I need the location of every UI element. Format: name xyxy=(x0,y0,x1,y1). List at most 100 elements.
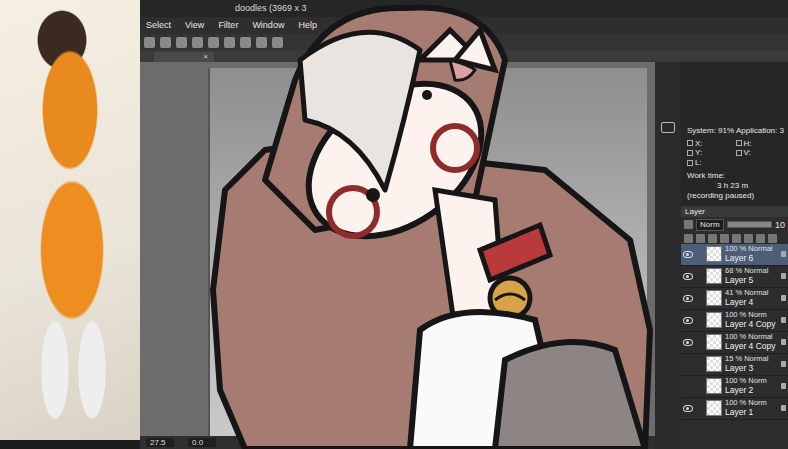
coordinate-cell: X: xyxy=(687,139,736,149)
layer-blend: 100 % Norm xyxy=(725,311,776,319)
eye-icon[interactable] xyxy=(683,273,693,280)
layer-tool-icon[interactable] xyxy=(768,234,777,243)
dock-icon-strip xyxy=(655,62,681,449)
layer-tool-icon[interactable] xyxy=(756,234,765,243)
layer-tool-icon[interactable] xyxy=(744,234,753,243)
menu-item[interactable]: Filter xyxy=(218,20,238,31)
blend-mode-select[interactable]: Norm xyxy=(696,219,724,231)
eye-icon[interactable] xyxy=(683,317,693,324)
layer-panel: Layer Norm 10 100 % NormalLayer 668 % Norma… xyxy=(681,206,788,449)
lock-icon[interactable] xyxy=(781,361,786,367)
layer-toolbar xyxy=(681,233,788,244)
edit-slot xyxy=(696,359,703,369)
opacity-slider[interactable] xyxy=(727,221,772,228)
reference-image xyxy=(0,0,140,440)
coordinate-label: H: xyxy=(744,139,752,149)
menu-item[interactable]: Help xyxy=(298,20,317,31)
lock-icon[interactable] xyxy=(781,251,786,257)
checkbox-icon[interactable] xyxy=(687,150,693,156)
layer-name: Layer 4 Copy xyxy=(725,320,776,329)
lock-icon[interactable] xyxy=(781,383,786,389)
visibility-toggle[interactable] xyxy=(683,249,693,259)
visibility-toggle[interactable] xyxy=(683,271,693,281)
lock-icon[interactable] xyxy=(781,295,786,301)
layer-info: 100 % NormalLayer 4 Copy xyxy=(725,333,776,351)
right-dock: System: 91% Application: 33X:H:Y:V:L:Wor… xyxy=(681,62,788,449)
coordinate-cell: H: xyxy=(736,139,785,149)
tool-icon[interactable] xyxy=(192,37,203,48)
eye-icon[interactable] xyxy=(683,405,693,412)
checkbox-icon[interactable] xyxy=(687,140,693,146)
edit-slot xyxy=(696,337,703,347)
checkbox-icon[interactable] xyxy=(736,140,742,146)
tool-icon[interactable] xyxy=(144,37,155,48)
layer-mode-icon[interactable] xyxy=(684,220,693,229)
tool-icon[interactable] xyxy=(160,37,171,48)
visibility-toggle[interactable] xyxy=(683,337,693,347)
layer-row[interactable]: 100 % NormLayer 4 Copy xyxy=(681,310,788,332)
menu-item[interactable]: Select xyxy=(146,20,171,31)
lock-icon[interactable] xyxy=(781,405,786,411)
tool-icon[interactable] xyxy=(208,37,219,48)
visibility-toggle[interactable] xyxy=(683,293,693,303)
layer-row[interactable]: 100 % NormLayer 2 xyxy=(681,376,788,398)
tool-icon[interactable] xyxy=(240,37,251,48)
lock-icon[interactable] xyxy=(781,317,786,323)
menu-item[interactable]: Window xyxy=(252,20,284,31)
layer-name: Layer 4 xyxy=(725,298,768,307)
tool-icon[interactable] xyxy=(256,37,267,48)
eye-icon[interactable] xyxy=(683,295,693,302)
recording-status: (recording paused) xyxy=(687,191,784,201)
layer-tool-icon[interactable] xyxy=(684,234,693,243)
visibility-toggle[interactable] xyxy=(683,315,693,325)
layer-row[interactable]: 100 % NormalLayer 4 Copy xyxy=(681,332,788,354)
layer-row[interactable]: 100 % NormalLayer 6 xyxy=(681,244,788,266)
layer-info: 100 % NormLayer 4 Copy xyxy=(725,311,776,329)
layer-row[interactable]: 100 % NormLayer 1 xyxy=(681,398,788,420)
eye-icon[interactable] xyxy=(683,339,693,346)
workspace: 27.50.0System: 91% Application: 33X:H:Y:… xyxy=(140,62,788,449)
title-bar: doodles (3969 x 3 xyxy=(140,0,788,17)
edit-slot xyxy=(696,315,703,325)
tool-icon[interactable] xyxy=(272,37,283,48)
tool-icon[interactable] xyxy=(224,37,235,48)
eye-icon[interactable] xyxy=(683,251,693,258)
coordinate-grid: X:H:Y:V:L: xyxy=(687,139,784,168)
zoom-field[interactable]: 27.5 xyxy=(146,438,174,448)
layer-thumbnail xyxy=(706,334,722,350)
checkbox-icon[interactable] xyxy=(687,160,693,166)
lock-icon[interactable] xyxy=(781,273,786,279)
layer-tab[interactable]: Layer xyxy=(685,207,705,217)
canvas-paper[interactable] xyxy=(208,68,647,436)
layer-row[interactable]: 15 % NormalLayer 3 xyxy=(681,354,788,376)
layer-row[interactable]: 68 % NormalLayer 5 xyxy=(681,266,788,288)
coordinate-label: L: xyxy=(695,158,702,168)
visibility-toggle[interactable] xyxy=(683,381,693,391)
layer-blend: 100 % Norm xyxy=(725,377,767,385)
info-panel: System: 91% Application: 33X:H:Y:V:L:Wor… xyxy=(681,122,788,206)
lock-icon[interactable] xyxy=(781,339,786,345)
layer-info: 100 % NormLayer 1 xyxy=(725,399,767,417)
system-usage: System: 91% Application: 33 xyxy=(687,126,784,136)
angle-field[interactable]: 0.0 xyxy=(188,438,216,448)
canvas-area: 27.5 0.0 xyxy=(140,62,655,449)
layer-tool-icon[interactable] xyxy=(720,234,729,243)
visibility-toggle[interactable] xyxy=(683,403,693,413)
layer-thumbnail xyxy=(706,290,722,306)
checkbox-icon[interactable] xyxy=(736,150,742,156)
tool-icon[interactable] xyxy=(176,37,187,48)
opacity-value[interactable]: 10 xyxy=(775,220,785,231)
toolbar xyxy=(140,34,788,50)
navigator-icon[interactable] xyxy=(661,122,675,133)
layer-thumbnail xyxy=(706,268,722,284)
layer-tool-icon[interactable] xyxy=(708,234,717,243)
layer-tool-icon[interactable] xyxy=(696,234,705,243)
layer-tool-icon[interactable] xyxy=(732,234,741,243)
document-tab[interactable]: × xyxy=(154,52,214,62)
layer-tab-row: Layer xyxy=(681,206,788,217)
menu-item[interactable]: View xyxy=(185,20,204,31)
close-tab-button[interactable]: × xyxy=(203,52,208,62)
visibility-toggle[interactable] xyxy=(683,359,693,369)
layer-info: 15 % NormalLayer 3 xyxy=(725,355,768,373)
layer-row[interactable]: 41 % NormalLayer 4 xyxy=(681,288,788,310)
